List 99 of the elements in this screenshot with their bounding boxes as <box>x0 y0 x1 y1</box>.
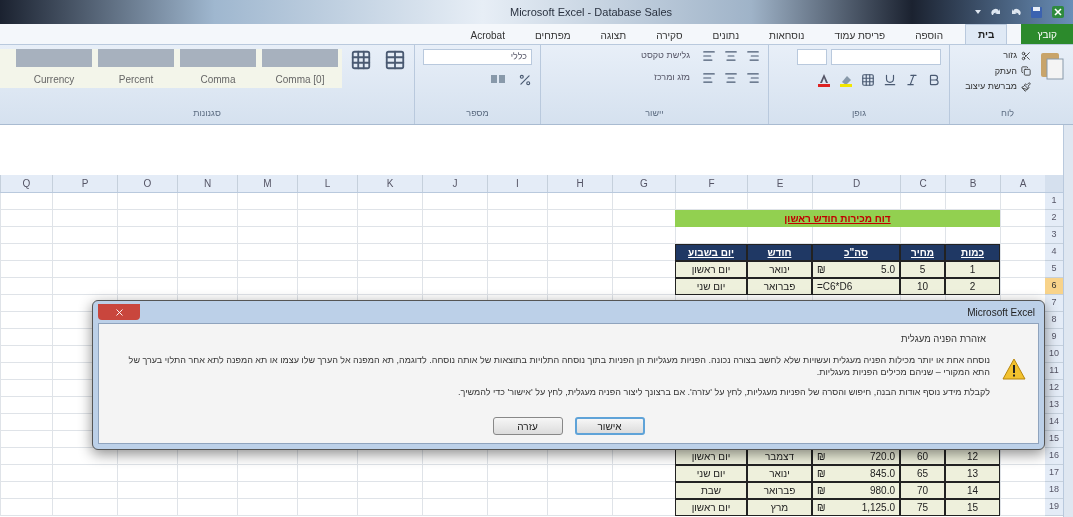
table-header: מחיר <box>900 244 945 261</box>
group-label: גופן <box>851 106 867 120</box>
ribbon-tab[interactable]: נוסחאות <box>761 26 813 44</box>
dialog-message: לקבלת מידע נוסף אודות הבנה, חיפוש והסרה של הפניות מעגליות, לחץ על 'עזרה'. אם ברצונך ליצור הפניה מעגלית, לחץ על 'אישור' כדי להמשיך. <box>457 386 990 399</box>
dialog-button[interactable]: עזרה <box>492 417 563 435</box>
column-header[interactable]: F <box>675 175 747 192</box>
table-cell: מרץ <box>747 499 812 516</box>
ribbon-tab[interactable]: פריסת עמוד <box>826 26 894 44</box>
column-header[interactable]: J <box>422 175 487 192</box>
group-label: סגנונות <box>192 106 222 120</box>
row-header[interactable]: 3 <box>1045 227 1063 244</box>
ribbon-tab[interactable]: הוספה <box>907 26 952 44</box>
row-header[interactable]: 9 <box>1045 329 1063 346</box>
table-cell: ינואר <box>747 261 812 278</box>
ribbon-tab[interactable]: נתונים <box>704 26 748 44</box>
group-label: יישור <box>644 106 665 120</box>
row-header[interactable]: 10 <box>1045 346 1063 363</box>
table-cell: 14 <box>945 482 1000 499</box>
table-cell: יום ראשון <box>675 261 747 278</box>
column-header[interactable]: A <box>1000 175 1045 192</box>
row-header[interactable]: 2 <box>1045 210 1063 227</box>
number-format-field[interactable]: כללי <box>423 49 532 65</box>
group-label: מספר <box>465 106 490 120</box>
row-header[interactable]: 11 <box>1045 363 1063 380</box>
table-cell: ₪ 980.0 <box>812 482 900 499</box>
table-cell: יום שני <box>675 278 747 295</box>
clipboard-button[interactable]: גזור <box>1003 49 1031 63</box>
column-header[interactable]: I <box>487 175 547 192</box>
column-header[interactable]: B <box>945 175 1000 192</box>
ribbon-tab[interactable]: קובץ <box>1021 24 1073 44</box>
alignment-button[interactable]: מזג ומרכז <box>654 70 690 84</box>
formula-cell: =C6*D6 <box>812 278 900 295</box>
column-header[interactable]: P <box>52 175 117 192</box>
row-header[interactable]: 17 <box>1045 465 1063 482</box>
column-header[interactable]: O <box>117 175 177 192</box>
row-header[interactable]: 6 <box>1045 278 1063 295</box>
clipboard-button[interactable]: העתק <box>994 64 1031 78</box>
table-header: יום בשבוע <box>675 244 747 261</box>
dialog-title: Microsoft Excel <box>967 305 1036 320</box>
table-cell: ₪ 1,125.0 <box>812 499 900 516</box>
cell-style[interactable]: Comma [0] <box>262 70 338 88</box>
column-header[interactable]: L <box>297 175 357 192</box>
ribbon-tab[interactable]: תצוגה <box>592 26 635 44</box>
column-header[interactable]: H <box>547 175 612 192</box>
sheet-banner: דוח מכירות חודש ראשון <box>675 210 1000 227</box>
column-header[interactable]: E <box>747 175 812 192</box>
table-cell: 10 <box>900 278 945 295</box>
row-header[interactable]: 13 <box>1045 397 1063 414</box>
row-header[interactable]: 1 <box>1045 193 1063 210</box>
table-cell: ₪ 845.0 <box>812 465 900 482</box>
table-cell: שבת <box>675 482 747 499</box>
row-header[interactable]: 12 <box>1045 380 1063 397</box>
column-header[interactable]: C <box>900 175 945 192</box>
dialog-heading: אזהרת הפניה מעגלית <box>900 332 987 346</box>
group-label: לוח <box>1000 106 1015 120</box>
table-cell: פברואר <box>747 482 812 499</box>
cell-style[interactable]: Percent <box>98 70 174 88</box>
cell-style[interactable]: Comma <box>180 70 256 88</box>
ribbon-tab[interactable]: מפתחים <box>526 26 579 44</box>
clipboard-button[interactable]: מברשת עיצוב <box>965 80 1031 94</box>
table-cell: ינואר <box>747 465 812 482</box>
column-header[interactable]: N <box>177 175 237 192</box>
ribbon-tab[interactable]: בית <box>965 24 1008 44</box>
table-header: סה"כ <box>812 244 900 261</box>
table-cell: ₪ 5.0 <box>812 261 900 278</box>
window-title: Microsoft Excel - Database Sales <box>510 4 672 20</box>
ribbon-tab[interactable]: סקירה <box>648 26 691 44</box>
column-header[interactable]: K <box>357 175 422 192</box>
table-cell: פברואר <box>747 278 812 295</box>
table-cell: 70 <box>900 482 945 499</box>
cell-style[interactable]: Currency <box>16 70 92 88</box>
table-cell: 75 <box>900 499 945 516</box>
column-header[interactable]: Q <box>0 175 52 192</box>
row-header[interactable]: 19 <box>1045 499 1063 516</box>
table-cell: 5 <box>900 261 945 278</box>
alignment-button[interactable]: גלישת טקסט <box>641 49 690 63</box>
table-cell: 1 <box>945 261 1000 278</box>
ribbon-tab[interactable]: Acrobat <box>462 26 513 44</box>
dialog-message: נוסחה אחת או יותר מכילות הפניה מעגלית ועשויות שלא לחשב בצורה נכונה. הפניות מעגליות הן הפניות בתוך נוסחה התלויות בתוצאות של אותה נוסחה. לדוגמה, תא המפנה אל הערך שלו עצמו או תא המפנה לתא אחר התלוי בערך של התא המקורי – שניהם מכילים הפניות מעגליות. <box>127 354 990 379</box>
table-cell: 65 <box>900 465 945 482</box>
table-header: כמות <box>945 244 1000 261</box>
row-header[interactable]: 18 <box>1045 482 1063 499</box>
dialog-button[interactable]: אישור <box>574 417 645 435</box>
table-cell: 13 <box>945 465 1000 482</box>
table-cell: 15 <box>945 499 1000 516</box>
row-header[interactable]: 16 <box>1045 448 1063 465</box>
row-header[interactable]: 14 <box>1045 414 1063 431</box>
column-header[interactable]: G <box>612 175 675 192</box>
table-cell: 2 <box>945 278 1000 295</box>
column-header[interactable]: D <box>812 175 900 192</box>
row-header[interactable]: 5 <box>1045 261 1063 278</box>
column-header[interactable]: M <box>237 175 297 192</box>
table-cell: יום ראשון <box>675 499 747 516</box>
row-header[interactable]: 4 <box>1045 244 1063 261</box>
row-header[interactable]: 15 <box>1045 431 1063 448</box>
table-header: חודש <box>747 244 812 261</box>
row-header[interactable]: 8 <box>1045 312 1063 329</box>
row-header[interactable]: 7 <box>1045 295 1063 312</box>
table-cell: יום שני <box>675 465 747 482</box>
